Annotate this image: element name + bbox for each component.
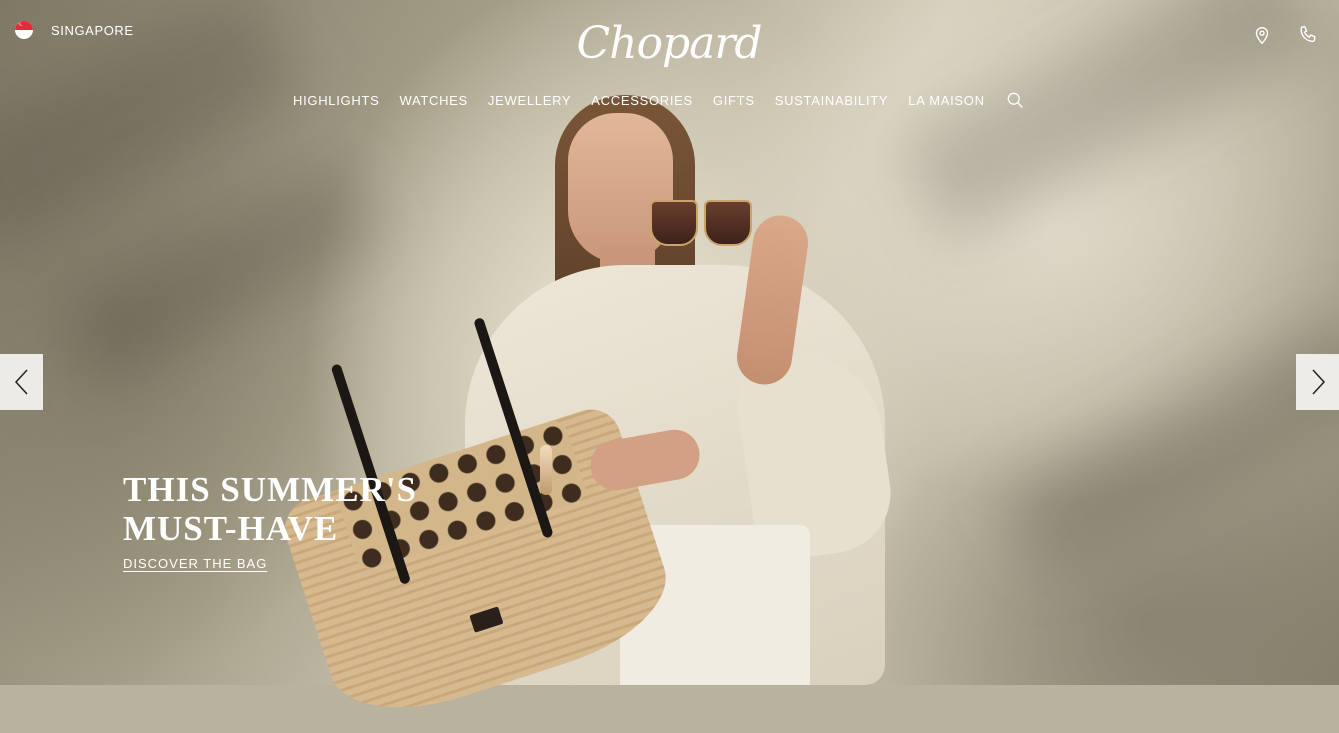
hero-title-line2: MUST-HAVE xyxy=(123,509,339,548)
country-label: SINGAPORE xyxy=(51,22,134,38)
chevron-right-icon xyxy=(1311,369,1325,395)
nav-item-highlights[interactable]: HIGHLIGHTS xyxy=(293,93,379,108)
shadow-stripe xyxy=(1001,316,1339,574)
chevron-left-icon xyxy=(14,369,28,395)
hero-title: THIS SUMMER'S MUST-HAVE xyxy=(123,470,453,548)
main-navigation: HIGHLIGHTS WATCHES JEWELLERY ACCESSORIES… xyxy=(293,90,1025,110)
hero-title-line1: THIS SUMMER'S xyxy=(123,470,418,509)
next-slide-button[interactable] xyxy=(1296,354,1339,410)
location-pin-icon[interactable] xyxy=(1251,24,1273,46)
bracelet xyxy=(540,445,552,495)
sunglasses-lens xyxy=(704,200,752,246)
nav-item-sustainability[interactable]: SUSTAINABILITY xyxy=(775,93,889,108)
nav-item-jewellery[interactable]: JEWELLERY xyxy=(488,93,571,108)
bag-logo-tag xyxy=(469,606,504,633)
header-icons xyxy=(1251,24,1319,46)
nav-item-watches[interactable]: WATCHES xyxy=(399,93,467,108)
discover-the-bag-link[interactable]: DISCOVER THE BAG xyxy=(123,556,267,571)
search-icon[interactable] xyxy=(1005,90,1025,110)
country-selector[interactable]: SINGAPORE xyxy=(15,21,134,39)
previous-slide-button[interactable] xyxy=(0,354,43,410)
singapore-flag-icon xyxy=(15,21,33,39)
sunglasses xyxy=(650,200,752,246)
nav-item-accessories[interactable]: ACCESSORIES xyxy=(591,93,693,108)
brand-logo-text: Chopard xyxy=(576,17,762,69)
nav-item-la-maison[interactable]: LA MAISON xyxy=(908,93,984,108)
hero-caption: THIS SUMMER'S MUST-HAVE DISCOVER THE BAG xyxy=(123,470,453,573)
hero-model-image xyxy=(277,95,899,733)
sunglasses-lens xyxy=(650,200,698,246)
phone-icon[interactable] xyxy=(1297,24,1319,46)
brand-logo[interactable]: Chopard xyxy=(574,10,764,76)
nav-item-gifts[interactable]: GIFTS xyxy=(713,93,755,108)
